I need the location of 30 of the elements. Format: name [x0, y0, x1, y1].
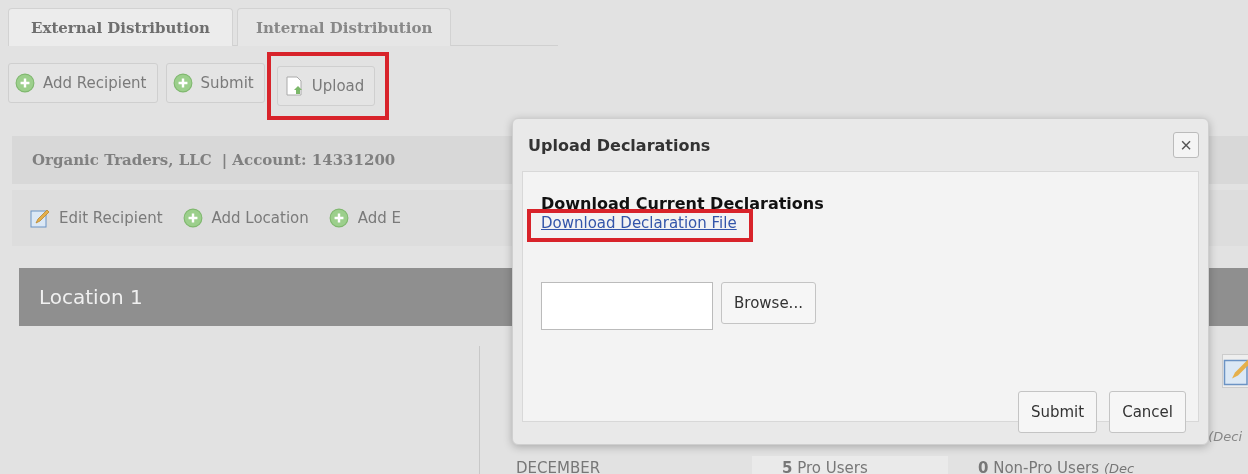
toolbar-button[interactable]: Upload	[276, 66, 376, 106]
document-upload-icon	[283, 76, 304, 96]
edit-pencil-icon[interactable]	[1222, 354, 1248, 388]
pro-users-cell: 5 Pro Users	[752, 456, 948, 474]
toolbar-button[interactable]: Add Recipient	[8, 63, 158, 103]
plus-circle-icon	[328, 208, 349, 228]
download-link[interactable]: Download Declaration File	[541, 214, 737, 232]
month-label: DECEMBER	[516, 458, 602, 474]
browse-button[interactable]: Browse...	[721, 282, 816, 324]
dialog-button[interactable]: Submit	[1017, 391, 1098, 433]
company-name: Organic Traders, LLC	[32, 151, 212, 169]
toolbar-button[interactable]: Submit	[165, 63, 265, 103]
dialog-title: Upload Declarations	[528, 135, 711, 155]
dialog-button[interactable]: Cancel	[1109, 391, 1186, 433]
non-pro-users-text: 0 Non-Pro Users (Dec	[977, 458, 1135, 474]
plus-circle-icon	[15, 73, 35, 93]
section-title: Download Current Declarations	[541, 194, 825, 213]
toolbar-link[interactable]: Edit Recipient	[22, 198, 171, 238]
declaration-note: (Deci	[1208, 429, 1242, 444]
location-title: Location 1	[39, 285, 143, 309]
close-button[interactable]: ×	[1173, 132, 1199, 158]
distribution-tab[interactable]: External Distribution	[8, 8, 233, 46]
plus-circle-icon	[172, 73, 193, 93]
edit-pencil-icon	[30, 208, 50, 228]
toolbar-link[interactable]: Add Location	[174, 198, 317, 238]
account-number: | Account: 14331200	[221, 151, 396, 169]
plus-circle-icon	[182, 208, 203, 228]
distribution-tab[interactable]: Internal Distribution	[236, 8, 452, 46]
toolbar-link[interactable]: Add E	[320, 198, 410, 238]
file-path-field[interactable]	[541, 282, 713, 330]
